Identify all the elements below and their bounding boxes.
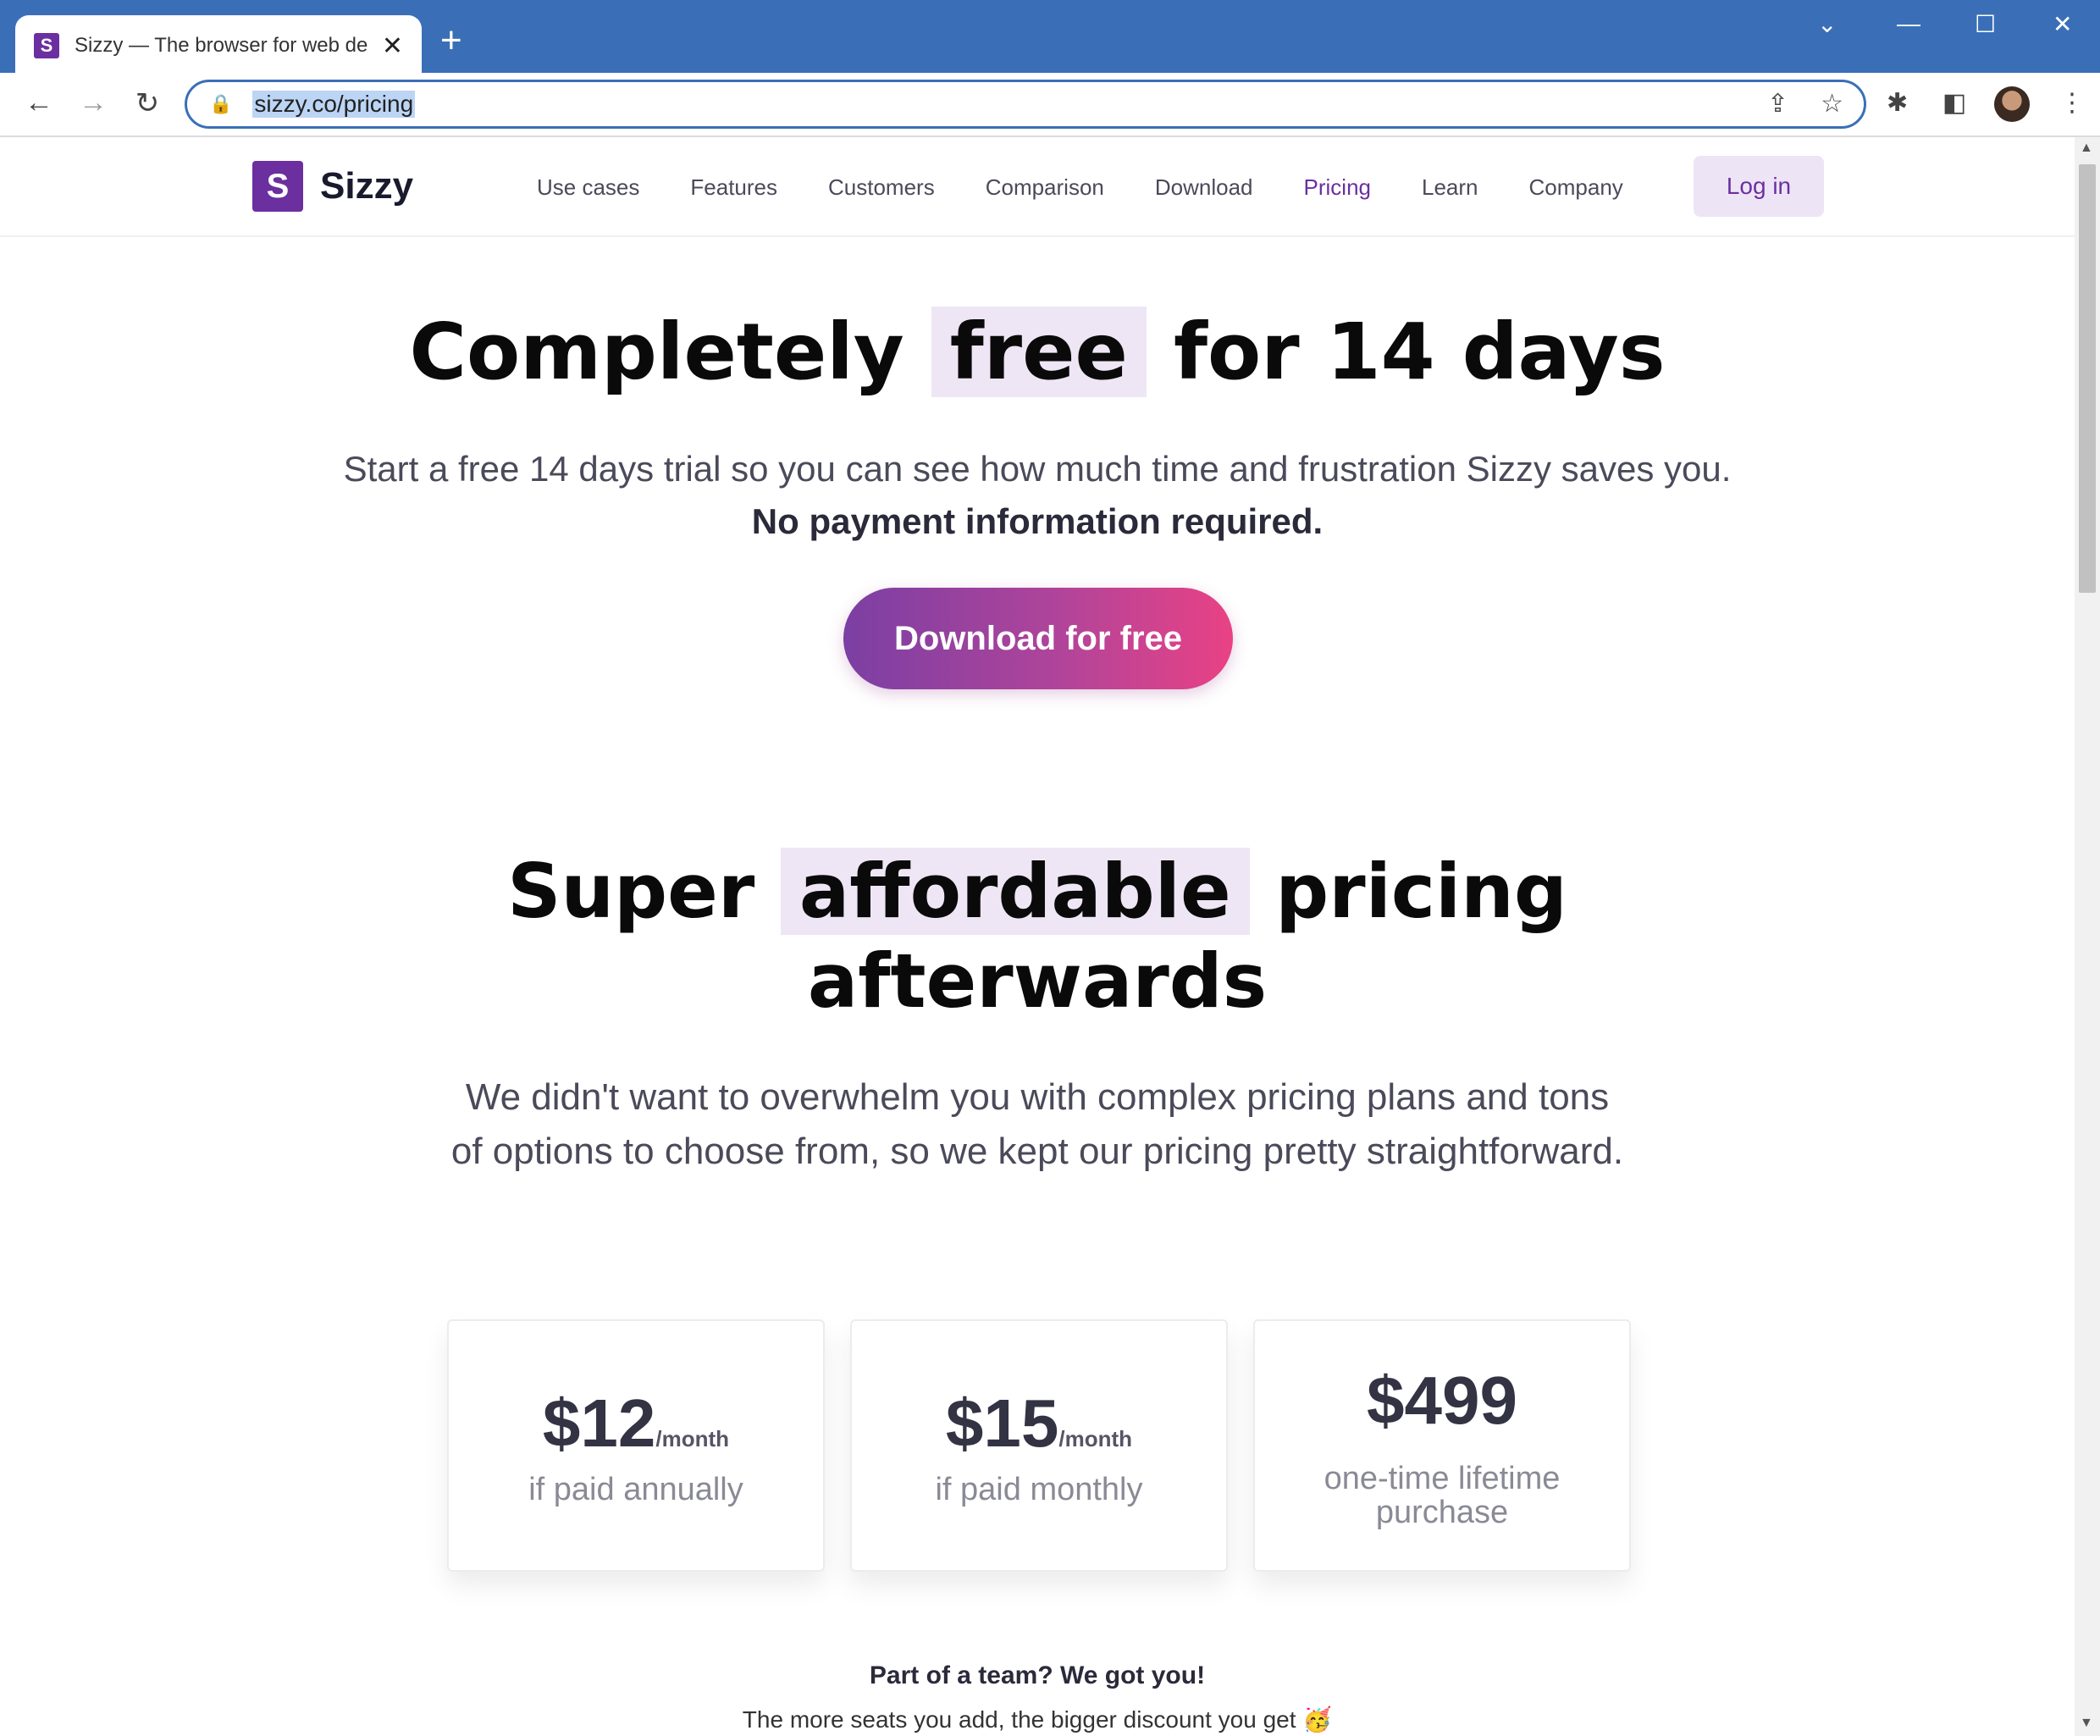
browser-toolbar: ← → ↻ 🔒 sizzy.co/pricing ⇪ ☆ ✱ ◧ ⋮ bbox=[0, 73, 2100, 135]
price-amount: $12 bbox=[542, 1385, 656, 1461]
nav-link-learn[interactable]: Learn bbox=[1422, 174, 1478, 201]
pricing-title: Super affordable pricing afterwards bbox=[339, 847, 1736, 1026]
nav-link-features[interactable]: Features bbox=[690, 174, 777, 201]
pricing-subtitle: We didn't want to overwhelm you with com… bbox=[450, 1076, 1624, 1172]
nav-link-pricing[interactable]: Pricing bbox=[1304, 174, 1371, 201]
new-tab-icon[interactable]: + bbox=[440, 22, 462, 59]
nav-link-comparison[interactable]: Comparison bbox=[986, 174, 1104, 201]
nav-link-use-cases[interactable]: Use cases bbox=[537, 174, 639, 201]
browser-tab[interactable]: S Sizzy — The browser for web de ✕ bbox=[15, 15, 422, 76]
hero-title-pre: Completely bbox=[409, 307, 904, 397]
nav-link-customers[interactable]: Customers bbox=[828, 174, 935, 201]
pricing-cards: $12/month if paid annually $15/month if … bbox=[447, 1319, 1631, 1572]
price-line: $499 bbox=[1367, 1362, 1517, 1440]
price-period: /month bbox=[655, 1426, 730, 1451]
price-line: $12/month bbox=[543, 1385, 729, 1462]
scroll-down-icon[interactable]: ▼ bbox=[2080, 1716, 2093, 1731]
tab-favicon-icon: S bbox=[34, 33, 59, 58]
price-card-lifetime: $499 one-time lifetime purchase bbox=[1253, 1319, 1631, 1572]
price-amount: $15 bbox=[945, 1385, 1059, 1461]
close-window-icon[interactable]: ✕ bbox=[2053, 10, 2072, 38]
hero-title: Completely free for 14 days bbox=[0, 307, 2075, 397]
price-note: if paid annually bbox=[528, 1472, 743, 1507]
tab-close-icon[interactable]: ✕ bbox=[382, 31, 403, 61]
price-amount: $499 bbox=[1367, 1363, 1517, 1438]
tab-title: Sizzy — The browser for web de bbox=[75, 34, 368, 57]
page-scrollbar[interactable]: ▲ ▼ bbox=[2075, 137, 2100, 1736]
side-panel-icon[interactable]: ◧ bbox=[1942, 88, 1966, 118]
forward-icon[interactable]: → bbox=[75, 86, 112, 119]
download-for-free-button[interactable]: Download for free bbox=[843, 588, 1233, 689]
main-nav: Use cases Features Customers Comparison … bbox=[537, 174, 1674, 201]
pricing-title-pre: Super bbox=[507, 848, 755, 935]
url-text[interactable]: sizzy.co/pricing bbox=[252, 91, 416, 118]
browser-titlebar: S Sizzy — The browser for web de ✕ + ⌄ —… bbox=[0, 0, 2100, 76]
team-subtitle: The more seats you add, the bigger disco… bbox=[742, 1706, 1333, 1733]
minimize-icon[interactable]: — bbox=[1897, 10, 1920, 37]
site-header: S Sizzy Use cases Features Customers Com… bbox=[0, 137, 2075, 237]
hero-note: No payment information required. bbox=[751, 501, 1324, 541]
logo-text: Sizzy bbox=[320, 165, 414, 207]
hero-title-post: for 14 days bbox=[1174, 307, 1666, 397]
maximize-icon[interactable]: ☐ bbox=[1975, 10, 1996, 38]
nav-link-download[interactable]: Download bbox=[1155, 174, 1253, 201]
nav-link-company[interactable]: Company bbox=[1529, 174, 1623, 201]
tab-search-icon[interactable]: ⌄ bbox=[1817, 10, 1837, 38]
site-logo[interactable]: S Sizzy bbox=[252, 161, 413, 212]
price-note: if paid monthly bbox=[935, 1472, 1143, 1507]
menu-kebab-icon[interactable]: ⋮ bbox=[2059, 88, 2085, 118]
price-note: one-time lifetime purchase bbox=[1324, 1461, 1561, 1530]
page-viewport: S Sizzy Use cases Features Customers Com… bbox=[0, 137, 2075, 1736]
logo-mark-icon: S bbox=[252, 161, 303, 212]
price-period: /month bbox=[1058, 1426, 1133, 1451]
price-line: $15/month bbox=[946, 1385, 1132, 1462]
lock-icon[interactable]: 🔒 bbox=[209, 93, 232, 115]
pricing-title-highlight: affordable bbox=[780, 848, 1250, 935]
address-bar[interactable]: 🔒 sizzy.co/pricing ⇪ ☆ bbox=[185, 80, 1866, 129]
price-card-annual: $12/month if paid annually bbox=[447, 1319, 825, 1572]
back-icon[interactable]: ← bbox=[20, 86, 58, 119]
scroll-thumb[interactable] bbox=[2079, 164, 2096, 593]
bookmark-star-icon[interactable]: ☆ bbox=[1821, 89, 1843, 119]
reload-icon[interactable]: ↻ bbox=[129, 86, 166, 120]
scroll-up-icon[interactable]: ▲ bbox=[2080, 141, 2093, 156]
hero-subtitle: Start a free 14 days trial so you can se… bbox=[343, 449, 1732, 489]
share-icon[interactable]: ⇪ bbox=[1767, 89, 1788, 119]
extensions-icon[interactable]: ✱ bbox=[1887, 88, 1908, 118]
profile-avatar[interactable] bbox=[1994, 86, 2030, 122]
hero-title-highlight: free bbox=[931, 307, 1147, 397]
team-title: Part of a team? We got you! bbox=[869, 1661, 1206, 1689]
price-card-monthly: $15/month if paid monthly bbox=[850, 1319, 1228, 1572]
login-button[interactable]: Log in bbox=[1694, 156, 1824, 217]
